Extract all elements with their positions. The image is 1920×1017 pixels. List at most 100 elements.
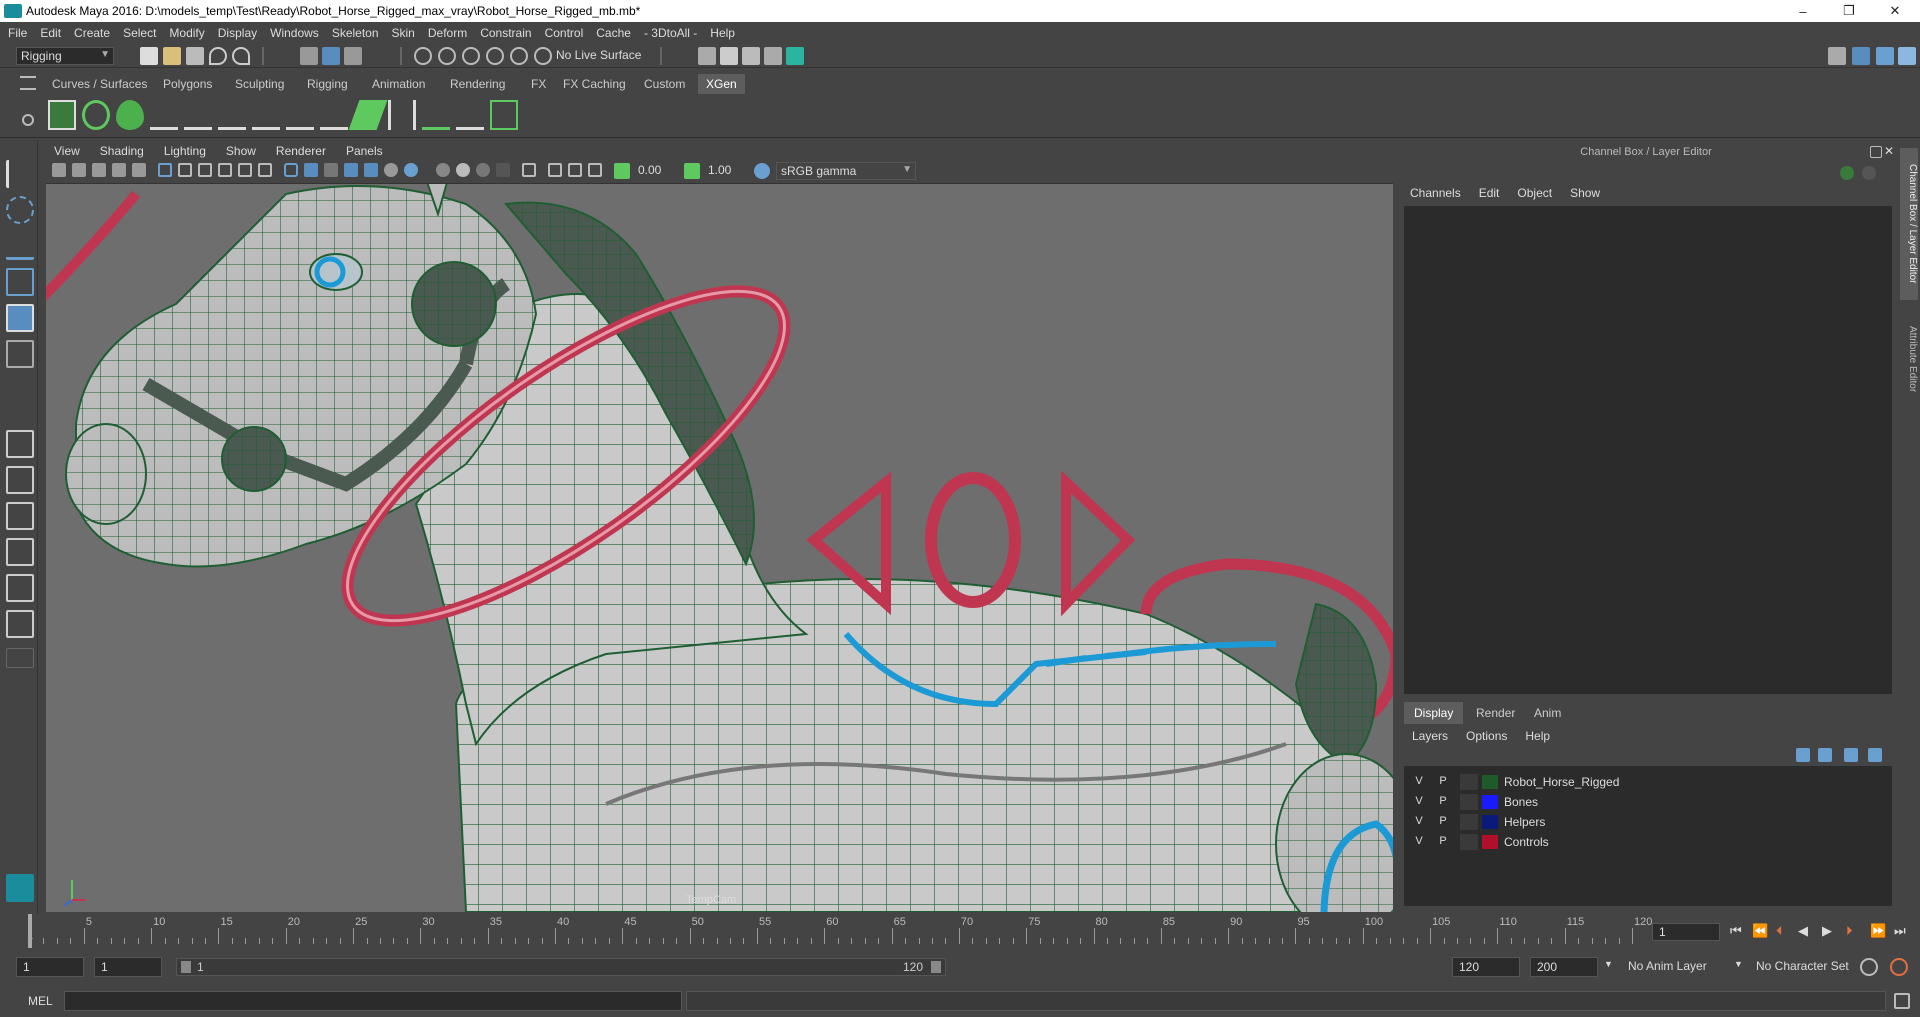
viewport-menu-lighting[interactable]: Lighting xyxy=(164,144,206,158)
menu-select[interactable]: Select xyxy=(123,26,156,40)
bridle-disc-lower[interactable] xyxy=(221,426,287,492)
2d-pan-zoom-icon[interactable] xyxy=(132,163,146,177)
layer-move-up-icon[interactable] xyxy=(1796,748,1810,762)
command-input[interactable] xyxy=(64,991,682,1011)
layer-row[interactable]: V P Controls xyxy=(1404,832,1892,852)
channel-box-menu-show[interactable]: Show xyxy=(1570,186,1600,200)
redo-icon[interactable] xyxy=(232,47,250,65)
resolution-gate-icon[interactable] xyxy=(198,163,212,177)
xgen-rebuild-icon[interactable] xyxy=(388,100,416,130)
select-tool-icon[interactable] xyxy=(6,160,34,188)
menu-deform[interactable]: Deform xyxy=(428,26,467,40)
layer-playback-toggle[interactable]: P xyxy=(1434,775,1452,787)
menu-skin[interactable]: Skin xyxy=(392,26,415,40)
outliner-layout-icon[interactable] xyxy=(6,538,34,566)
grid-toggle-icon[interactable] xyxy=(158,163,172,177)
menu-skeleton[interactable]: Skeleton xyxy=(332,26,379,40)
field-chart-icon[interactable] xyxy=(238,163,252,177)
tab-polygons[interactable]: Polygons xyxy=(155,74,220,94)
menu-file[interactable]: File xyxy=(8,26,27,40)
layer-type-toggle[interactable] xyxy=(1460,794,1478,810)
maximize-button[interactable]: ❐ xyxy=(1826,0,1872,22)
horse-nose-mesh[interactable] xyxy=(65,423,147,525)
new-layer-selected-icon[interactable] xyxy=(1868,748,1882,762)
motion-blur-icon[interactable] xyxy=(456,163,470,177)
time-slider-bar[interactable]: 1510152025303540455055606570758085909510… xyxy=(20,914,1652,948)
attribute-editor-toggle-icon[interactable] xyxy=(1852,47,1870,65)
select-by-component-icon[interactable] xyxy=(344,47,362,65)
xgen-preview-icon[interactable] xyxy=(82,100,110,130)
exposure-icon[interactable] xyxy=(614,163,630,179)
menu-create[interactable]: Create xyxy=(74,26,110,40)
rotate-tool-icon[interactable] xyxy=(6,304,34,332)
menu-help[interactable]: Help xyxy=(710,26,735,40)
script-editor-icon[interactable] xyxy=(1894,993,1910,1009)
image-plane-icon[interactable] xyxy=(112,163,126,177)
four-view-layout-icon[interactable] xyxy=(6,466,34,494)
channel-box-menu-channels[interactable]: Channels xyxy=(1410,186,1461,200)
wireframe-icon[interactable] xyxy=(284,163,298,177)
xgen-add-guide-icon[interactable] xyxy=(184,100,212,130)
tab-rendering[interactable]: Rendering xyxy=(442,74,513,94)
xgen-lock-guide-icon[interactable] xyxy=(286,100,314,130)
hypershade-layout-icon[interactable] xyxy=(6,610,34,638)
new-layer-icon[interactable] xyxy=(1844,748,1858,762)
animation-start-field[interactable]: 1 xyxy=(16,957,84,977)
film-gate-icon[interactable] xyxy=(178,163,192,177)
snap-surface-icon[interactable] xyxy=(510,47,528,65)
viewport-panel[interactable]: View Shading Lighting Show Renderer Pane… xyxy=(46,142,1393,912)
current-frame-field[interactable]: 1 xyxy=(1652,923,1720,941)
channel-box-sync-icon[interactable] xyxy=(1862,166,1876,180)
snap-grid-icon[interactable] xyxy=(414,47,432,65)
tab-anim[interactable]: Anim xyxy=(1524,702,1571,724)
render-settings-icon[interactable] xyxy=(764,47,782,65)
tab-custom[interactable]: Custom xyxy=(636,74,693,94)
menu-control[interactable]: Control xyxy=(545,26,584,40)
camera-attributes-icon[interactable] xyxy=(72,163,86,177)
xgen-layer-icon[interactable] xyxy=(348,100,388,130)
float-panel-icon[interactable] xyxy=(1870,146,1882,158)
channel-box-menu-edit[interactable]: Edit xyxy=(1479,186,1500,200)
channel-box-toggle-icon[interactable] xyxy=(1876,47,1894,65)
xgen-delete-icon[interactable] xyxy=(490,100,518,130)
tab-xgen[interactable]: XGen xyxy=(698,74,745,94)
step-forward-frame-icon[interactable]: ⏩ xyxy=(1870,923,1886,939)
channel-box-menu-object[interactable]: Object xyxy=(1517,186,1552,200)
scene-view[interactable] xyxy=(46,184,1393,912)
snap-view-icon[interactable] xyxy=(486,47,504,65)
scale-tool-icon[interactable] xyxy=(6,340,34,368)
layer-visibility-toggle[interactable]: V xyxy=(1410,795,1428,807)
step-back-key-icon[interactable]: ⏴ xyxy=(1776,923,1783,939)
tab-display[interactable]: Display xyxy=(1404,702,1464,724)
viewport-menu-view[interactable]: View xyxy=(54,144,80,158)
xray-joints-icon[interactable] xyxy=(568,163,582,177)
layer-menu-options[interactable]: Options xyxy=(1466,729,1507,743)
layer-type-toggle[interactable] xyxy=(1460,774,1478,790)
layer-menu-help[interactable]: Help xyxy=(1525,729,1550,743)
current-time-marker[interactable] xyxy=(28,914,32,948)
animation-preferences-icon[interactable] xyxy=(1890,958,1908,976)
channel-box-area[interactable] xyxy=(1404,206,1892,694)
ipr-render-icon[interactable] xyxy=(742,47,760,65)
tab-animation[interactable]: Animation xyxy=(364,74,433,94)
lights-icon[interactable] xyxy=(384,163,398,177)
go-to-start-icon[interactable]: ⏮ xyxy=(1730,923,1742,939)
playback-start-field[interactable]: 1 xyxy=(94,957,162,977)
close-button[interactable]: ✕ xyxy=(1872,0,1918,22)
tab-sculpting[interactable]: Sculpting xyxy=(227,74,292,94)
mode-selector[interactable]: Rigging ▼ xyxy=(16,47,114,65)
isolate-select-icon[interactable] xyxy=(522,163,536,177)
textured-icon[interactable] xyxy=(364,163,378,177)
side-tab-channel-box[interactable]: Channel Box / Layer Editor xyxy=(1900,148,1918,300)
bookmark-icon[interactable] xyxy=(92,163,106,177)
layer-move-down-icon[interactable] xyxy=(1818,748,1832,762)
lasso-tool-icon[interactable] xyxy=(6,196,34,224)
snap-curve-icon[interactable] xyxy=(438,47,456,65)
auto-key-icon[interactable] xyxy=(1860,958,1878,976)
command-language-label[interactable]: MEL xyxy=(28,994,53,1008)
viewport-menu-panels[interactable]: Panels xyxy=(346,144,383,158)
viewport-menu-renderer[interactable]: Renderer xyxy=(276,144,326,158)
shelf-menu-icon[interactable] xyxy=(20,76,36,90)
single-view-layout-icon[interactable] xyxy=(6,430,34,458)
play-forwards-icon[interactable]: ▶ xyxy=(1822,923,1832,939)
